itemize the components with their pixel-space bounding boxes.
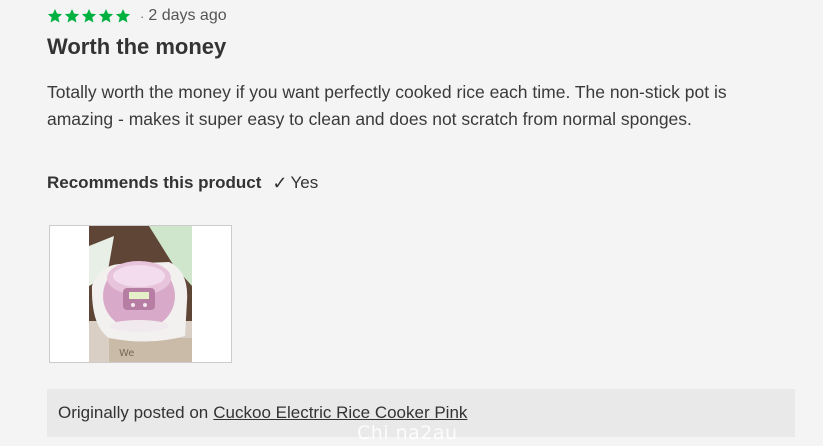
review-title: Worth the money xyxy=(47,34,227,59)
separator-dot: · xyxy=(140,8,145,24)
star-icon xyxy=(115,8,131,24)
review-body: Totally worth the money if you want perf… xyxy=(47,82,727,129)
rice-cooker-photo: We xyxy=(89,226,192,362)
svg-text:We: We xyxy=(119,348,134,359)
rating-row: · 2 days ago xyxy=(47,6,227,26)
star-icon xyxy=(47,8,63,24)
review-photo-thumbnail[interactable]: We xyxy=(49,225,232,363)
checkmark-icon: ✓ xyxy=(272,172,288,193)
star-icon xyxy=(64,8,80,24)
recommend-value: Yes xyxy=(290,173,319,192)
recommend-label: Recommends this product xyxy=(47,173,262,192)
origin-prefix: Originally posted on xyxy=(58,403,209,422)
star-icon xyxy=(81,8,97,24)
star-rating xyxy=(47,8,131,24)
product-link[interactable]: Cuckoo Electric Rice Cooker Pink xyxy=(213,403,467,423)
recommendation: Recommends this product ✓ Yes xyxy=(47,172,318,194)
review-date: 2 days ago xyxy=(148,7,227,24)
star-icon xyxy=(98,8,114,24)
watermark: Chi na2au xyxy=(357,422,458,444)
review-card: · 2 days ago Worth the money Totally wor… xyxy=(47,0,795,446)
